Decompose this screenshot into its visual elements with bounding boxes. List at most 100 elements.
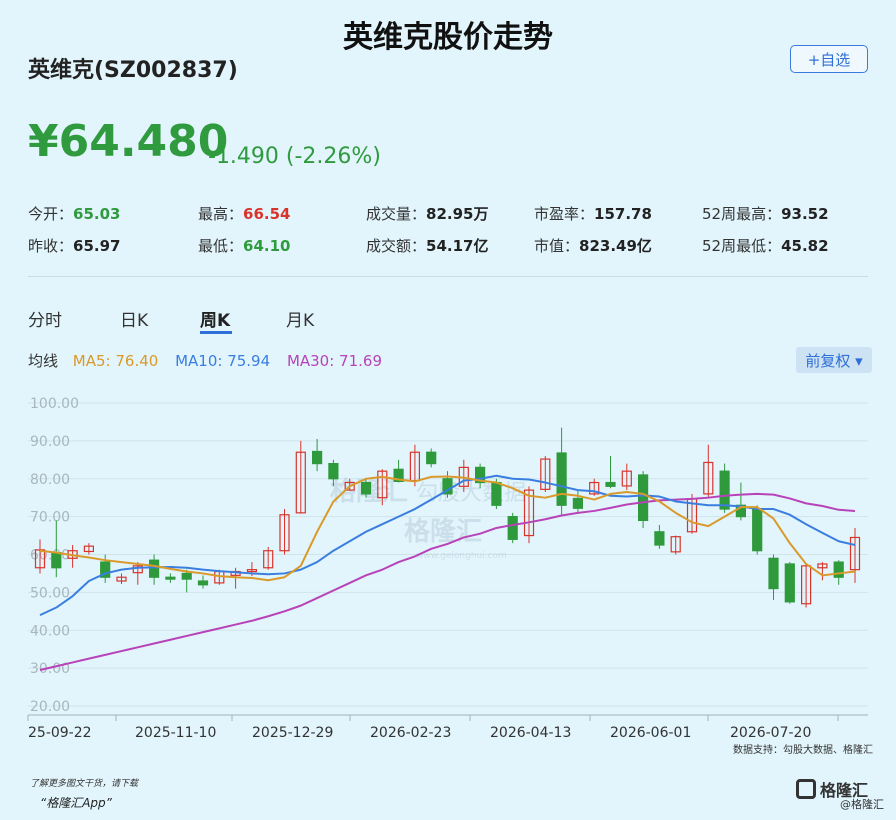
stat-item: 52周最高：93.52 bbox=[702, 203, 829, 224]
x-tick-label: 2026-02-23 bbox=[370, 725, 451, 741]
candle-body bbox=[768, 557, 779, 590]
stat-item: 今开：65.03 bbox=[28, 203, 120, 224]
candle-body bbox=[572, 497, 584, 509]
x-tick-label: 2026-07-20 bbox=[730, 725, 811, 741]
candle-body bbox=[426, 451, 437, 465]
candle bbox=[507, 512, 518, 544]
ma30-legend: MA30: 71.69 bbox=[286, 352, 382, 370]
stat-label: 成交量： bbox=[366, 205, 427, 223]
candle-body bbox=[312, 450, 323, 465]
candle bbox=[165, 573, 176, 583]
stat-label: 52周最高： bbox=[702, 205, 782, 223]
stat-item: 市盈率：157.78 bbox=[534, 203, 652, 224]
candle bbox=[784, 562, 795, 604]
stat-label: 52周最低： bbox=[702, 237, 782, 255]
stat-label: 市盈率： bbox=[534, 205, 595, 223]
candle bbox=[132, 562, 143, 585]
stat-value: 64.10 bbox=[243, 237, 291, 255]
y-tick-label: 50.00 bbox=[30, 585, 70, 601]
candle-body bbox=[328, 462, 339, 480]
ma-legend-label: 均线 bbox=[28, 352, 59, 370]
divider bbox=[28, 276, 868, 277]
candle-body bbox=[719, 470, 730, 510]
tab-intraday[interactable]: 分时 bbox=[28, 306, 62, 331]
stat-value: 65.03 bbox=[73, 205, 121, 223]
stock-name: 英维克(SZ002837) bbox=[28, 58, 238, 83]
candle-body bbox=[784, 563, 795, 603]
page-title: 英维克股价走势 bbox=[343, 20, 553, 55]
candle bbox=[572, 490, 584, 513]
candle bbox=[768, 554, 779, 600]
candle bbox=[279, 509, 290, 555]
candle bbox=[800, 563, 812, 608]
active-tab-indicator bbox=[200, 331, 232, 334]
y-tick-label: 80.00 bbox=[30, 472, 70, 488]
candle bbox=[116, 573, 127, 585]
stat-value: 65.97 bbox=[73, 237, 121, 255]
stat-value: 54.17亿 bbox=[426, 237, 489, 255]
candle bbox=[735, 482, 747, 521]
candle bbox=[817, 562, 828, 581]
ma5-legend: MA5: 76.40 bbox=[72, 352, 159, 370]
candle bbox=[589, 478, 600, 496]
tab-weekly-k[interactable]: 周K bbox=[200, 306, 230, 331]
stat-value: 45.82 bbox=[781, 237, 829, 255]
watermark-url: www.gelonghui.com bbox=[416, 551, 507, 561]
stat-item: 最高：66.54 bbox=[198, 203, 290, 224]
price-change: -1.490 (-2.26%) bbox=[208, 144, 381, 169]
stat-label: 市值： bbox=[534, 237, 580, 255]
candle bbox=[295, 440, 306, 514]
price-adjust-dropdown[interactable]: 前复权 ▾ bbox=[796, 347, 872, 373]
tab-monthly-k[interactable]: 月K bbox=[286, 306, 314, 331]
x-tick-label: 2025-11-10 bbox=[135, 725, 216, 741]
watermark-brand-3: 格隆汇 bbox=[404, 516, 482, 547]
candle-body bbox=[752, 508, 763, 552]
stat-item: 成交额：54.17亿 bbox=[366, 235, 488, 256]
add-watchlist-button[interactable]: +自选 bbox=[790, 45, 868, 73]
stat-item: 市值：823.49亿 bbox=[534, 235, 652, 256]
stat-value: 66.54 bbox=[243, 205, 291, 223]
x-tick-label: 2026-06-01 bbox=[610, 725, 691, 741]
candle bbox=[703, 444, 714, 498]
candle bbox=[197, 575, 209, 589]
candle bbox=[263, 546, 274, 570]
candle-body bbox=[149, 559, 160, 578]
tab-daily-k[interactable]: 日K bbox=[120, 306, 148, 331]
stat-label: 成交额： bbox=[366, 237, 427, 255]
candle-body bbox=[556, 452, 567, 506]
candle-body bbox=[507, 516, 518, 540]
promo-app: “格隆汇App” bbox=[40, 796, 112, 810]
y-tick-label: 20.00 bbox=[30, 699, 70, 715]
sub-brand: @格隆汇 bbox=[840, 798, 884, 811]
stat-item: 成交量：82.95万 bbox=[366, 203, 488, 224]
candle-body bbox=[197, 580, 209, 586]
current-price: ¥64.480 bbox=[28, 116, 229, 167]
candle bbox=[752, 505, 763, 555]
stat-item: 昨收：65.97 bbox=[28, 235, 120, 256]
x-axis: 25-09-22 2025-11-10 2025-12-29 2026-02-23 20… bbox=[27, 714, 868, 741]
ma10-legend: MA10: 75.94 bbox=[175, 352, 271, 370]
data-source: 数据支持：勾股大数据、格隆汇 bbox=[733, 745, 873, 756]
candle-body bbox=[165, 576, 176, 580]
stat-label: 最高： bbox=[198, 205, 244, 223]
watermark-brand-2: 勾股大数据 bbox=[416, 481, 526, 506]
candle bbox=[426, 448, 437, 468]
candle bbox=[849, 527, 861, 583]
candle bbox=[621, 463, 632, 491]
logo-icon bbox=[796, 779, 816, 799]
candle bbox=[654, 524, 665, 549]
stat-value: 82.95万 bbox=[426, 205, 489, 223]
y-tick-label: 100.00 bbox=[30, 396, 79, 412]
candle-body bbox=[360, 481, 372, 495]
candle-body bbox=[654, 531, 665, 546]
stat-value: 157.78 bbox=[594, 205, 652, 223]
candle bbox=[605, 456, 616, 489]
candle bbox=[312, 438, 323, 472]
candle-body bbox=[491, 481, 502, 506]
candle bbox=[181, 569, 192, 593]
candle bbox=[149, 554, 160, 585]
candle bbox=[442, 471, 453, 498]
stat-item: 52周最低：45.82 bbox=[702, 235, 829, 256]
candle-body bbox=[637, 474, 649, 522]
candle-body bbox=[833, 561, 844, 578]
